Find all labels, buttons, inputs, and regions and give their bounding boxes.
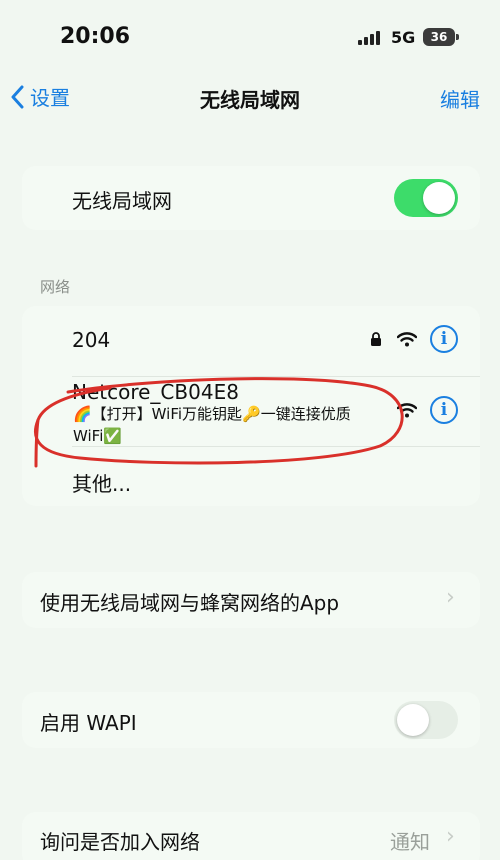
network-row-204[interactable]: 204 i <box>22 306 480 376</box>
ask-join-card: 询问是否加入网络 通知 › <box>22 812 480 860</box>
battery-icon: 36 <box>423 28 459 46</box>
toggle-knob <box>397 704 429 736</box>
ask-join-row[interactable]: 询问是否加入网络 通知 › <box>22 812 480 860</box>
apps-using-network-row[interactable]: 使用无线局域网与蜂窝网络的App › <box>22 572 480 628</box>
network-name: Netcore_CB04E8 <box>72 380 239 404</box>
info-icon[interactable]: i <box>430 325 458 353</box>
wapi-label: 启用 WAPI <box>40 711 137 735</box>
ask-join-label: 询问是否加入网络 <box>40 830 200 854</box>
ad-line-2: WiFi✅ <box>73 427 123 445</box>
wapi-toggle-switch[interactable] <box>394 701 458 739</box>
networks-header: 网络 <box>40 278 71 296</box>
info-icon[interactable]: i <box>430 396 458 424</box>
chevron-right-icon: › <box>446 585 455 610</box>
wifi-toggle-card: 无线局域网 <box>22 166 480 230</box>
edit-button[interactable]: 编辑 <box>440 84 480 113</box>
wifi-toggle-label: 无线局域网 <box>72 189 172 213</box>
ad-overlay-text: 🌈【打开】WiFi万能钥匙🔑一键连接优质 WiFi✅ <box>73 403 351 447</box>
wifi-toggle-switch[interactable] <box>394 179 458 217</box>
status-bar: 20:06 5G 36 <box>0 0 500 70</box>
page-title: 无线局域网 <box>200 88 300 112</box>
other-network-label: 其他... <box>72 472 132 496</box>
wifi-signal-icon <box>397 403 417 418</box>
wapi-card: 启用 WAPI <box>22 692 480 748</box>
other-network-row[interactable]: 其他... <box>22 446 480 506</box>
chevron-right-icon: › <box>446 824 455 849</box>
ad-line-1: 🌈【打开】WiFi万能钥匙🔑一键连接优质 <box>73 405 351 423</box>
apps-row-label: 使用无线局域网与蜂窝网络的App <box>40 591 340 615</box>
navigation-bar: 设置 无线局域网 编辑 <box>0 76 500 120</box>
status-time: 20:06 <box>60 24 131 49</box>
ask-join-value: 通知 <box>390 830 430 854</box>
apps-card: 使用无线局域网与蜂窝网络的App › <box>22 572 480 628</box>
network-name: 204 <box>72 328 111 352</box>
lock-icon <box>371 332 381 346</box>
toggle-knob <box>423 182 455 214</box>
wifi-signal-icon <box>397 332 417 347</box>
cellular-signal-icon <box>358 31 384 45</box>
network-type: 5G <box>391 28 416 47</box>
